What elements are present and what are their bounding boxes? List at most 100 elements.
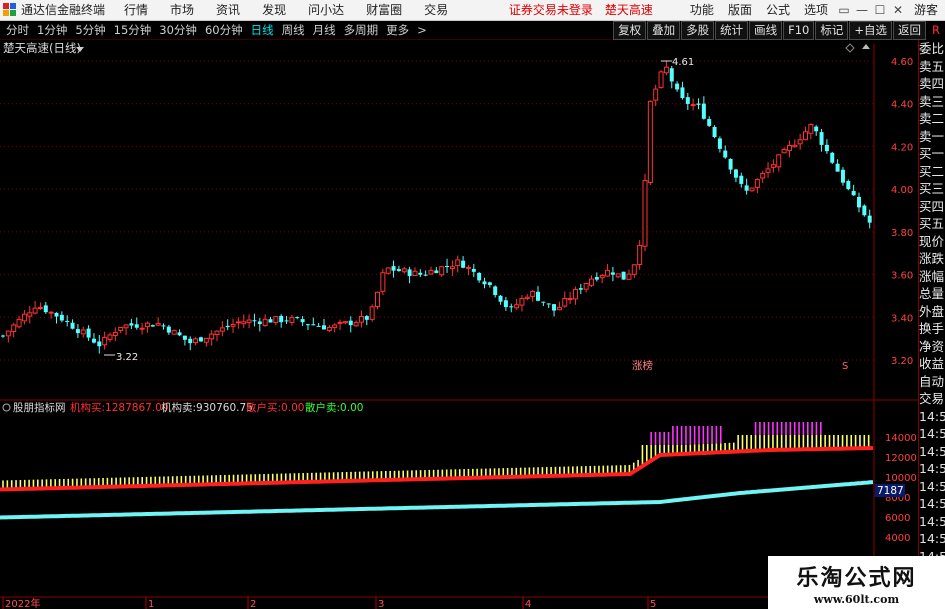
period-30min[interactable]: 30分钟 <box>155 21 201 40</box>
candle <box>342 320 348 325</box>
draw-line-button[interactable]: 画线 <box>749 21 783 40</box>
candle-body <box>241 321 247 325</box>
candle-body <box>723 150 728 158</box>
mark-button[interactable]: 标记 <box>815 21 849 40</box>
candle-body <box>862 205 867 216</box>
candle-body <box>578 288 583 290</box>
candle <box>840 167 845 186</box>
menu-item-wealth[interactable]: 财富圈 <box>355 0 413 21</box>
indicator-toggle-icon[interactable] <box>2 403 11 412</box>
candle-body <box>27 312 33 317</box>
multi-stock-button[interactable]: 多股 <box>681 21 715 40</box>
candle-body <box>91 338 96 343</box>
menu-item-discover[interactable]: 发现 <box>251 0 297 21</box>
statistics-button[interactable]: 统计 <box>715 21 749 40</box>
side-label[interactable]: 14:56 <box>919 443 945 461</box>
stock-name-link[interactable]: 楚天高速 <box>599 0 659 21</box>
candle-body <box>728 158 733 170</box>
menu-item-formula[interactable]: 公式 <box>759 0 797 21</box>
side-label[interactable]: 自动 <box>919 373 945 391</box>
menu-item-exchange[interactable]: 市场 <box>159 0 205 21</box>
price-tick-label: 4.40 <box>891 100 913 111</box>
candle-body <box>171 330 177 335</box>
period-weekly[interactable]: 周线 <box>278 21 309 40</box>
maximize-icon[interactable]: ☐ <box>871 0 889 21</box>
menu-item-news[interactable]: 资讯 <box>205 0 251 21</box>
candle <box>770 159 776 173</box>
period-multi[interactable]: 多周期 <box>340 21 383 40</box>
candle-body <box>300 319 305 323</box>
menu-item-options[interactable]: 选项 <box>797 0 835 21</box>
candle-body <box>43 305 48 313</box>
period-more[interactable]: 更多 <box>382 21 413 40</box>
candle-body <box>857 196 861 208</box>
side-label[interactable]: 14:56 <box>919 478 945 496</box>
candle-body <box>295 317 300 319</box>
side-label[interactable]: 14:56 <box>919 530 945 548</box>
candle-body <box>605 269 611 277</box>
candle-body <box>198 337 203 342</box>
price-tick-label: 3.20 <box>891 356 913 367</box>
login-alert-link[interactable]: 证券交易未登录 <box>503 0 599 21</box>
candle <box>364 315 369 326</box>
candle-body <box>428 269 434 275</box>
minimize-icon[interactable]: — <box>853 0 871 21</box>
period-1min[interactable]: 1分钟 <box>33 21 71 40</box>
candle <box>209 330 215 346</box>
inst-buy-line <box>0 446 874 492</box>
menu-item-trade[interactable]: 交易 <box>413 0 459 21</box>
side-label: 买三 <box>919 181 945 196</box>
candle-body <box>268 319 273 323</box>
candlestick-series <box>1 61 872 354</box>
guest-label[interactable]: 游客 <box>907 0 945 21</box>
candle <box>21 310 27 325</box>
candle-body <box>11 324 17 333</box>
adjust-button[interactable]: 复权 <box>613 21 647 40</box>
window-mode-icon[interactable]: ▭ <box>835 0 853 21</box>
overlay-button[interactable]: 叠加 <box>647 21 681 40</box>
side-label: 买五 <box>919 216 945 231</box>
candle-body <box>583 283 589 290</box>
menu-item-layout[interactable]: 版面 <box>721 0 759 21</box>
side-label: 卖四 <box>919 76 945 91</box>
side-label[interactable]: 14:56 <box>919 408 945 426</box>
period-15min[interactable]: 15分钟 <box>110 21 156 40</box>
candle-body <box>493 286 498 296</box>
add-watchlist-button[interactable]: +自选 <box>849 21 892 40</box>
candle-body <box>316 325 321 327</box>
candle <box>97 335 102 354</box>
chevron-right-icon[interactable]: > <box>413 21 431 40</box>
event-marker: S <box>842 361 848 372</box>
candle-body <box>193 338 199 344</box>
candle-body <box>867 215 872 223</box>
candle-body <box>707 119 712 126</box>
period-daily[interactable]: 日线 <box>247 21 278 40</box>
candle-body <box>621 271 626 280</box>
diamond-icon[interactable] <box>845 43 855 53</box>
candle-body <box>498 295 503 302</box>
candle-body <box>337 321 343 324</box>
candle-body <box>273 316 279 323</box>
close-icon[interactable]: ✕ <box>889 0 907 21</box>
period-60min[interactable]: 60分钟 <box>201 21 247 40</box>
back-button[interactable]: 返回 <box>893 21 926 40</box>
chart-area[interactable]: 楚天高速(日线) 4.61 3.22 涨榜 S 4.60 4.40 4.20 4.00… <box>0 40 918 609</box>
f10-button[interactable]: F10 <box>783 21 815 40</box>
time-tick-label: 2 <box>250 599 256 609</box>
side-label[interactable]: 交易 <box>919 390 945 408</box>
period-5min[interactable]: 5分钟 <box>71 21 109 40</box>
side-label: 委比 <box>919 41 945 56</box>
candle <box>589 275 594 288</box>
side-label[interactable]: 14:56 <box>919 495 945 513</box>
side-label[interactable]: 14:56 <box>919 425 945 443</box>
period-timeshare[interactable]: 分时 <box>0 21 33 40</box>
candle <box>434 267 439 274</box>
menu-item-market[interactable]: 行情 <box>113 0 159 21</box>
candle <box>86 325 91 341</box>
side-label[interactable]: 14:56 <box>919 513 945 531</box>
menu-item-ask[interactable]: 问小达 <box>297 0 355 21</box>
chevron-up-icon[interactable] <box>862 44 870 49</box>
period-monthly[interactable]: 月线 <box>309 21 340 40</box>
menu-item-function[interactable]: 功能 <box>683 0 721 21</box>
side-label[interactable]: 14:56 <box>919 460 945 478</box>
